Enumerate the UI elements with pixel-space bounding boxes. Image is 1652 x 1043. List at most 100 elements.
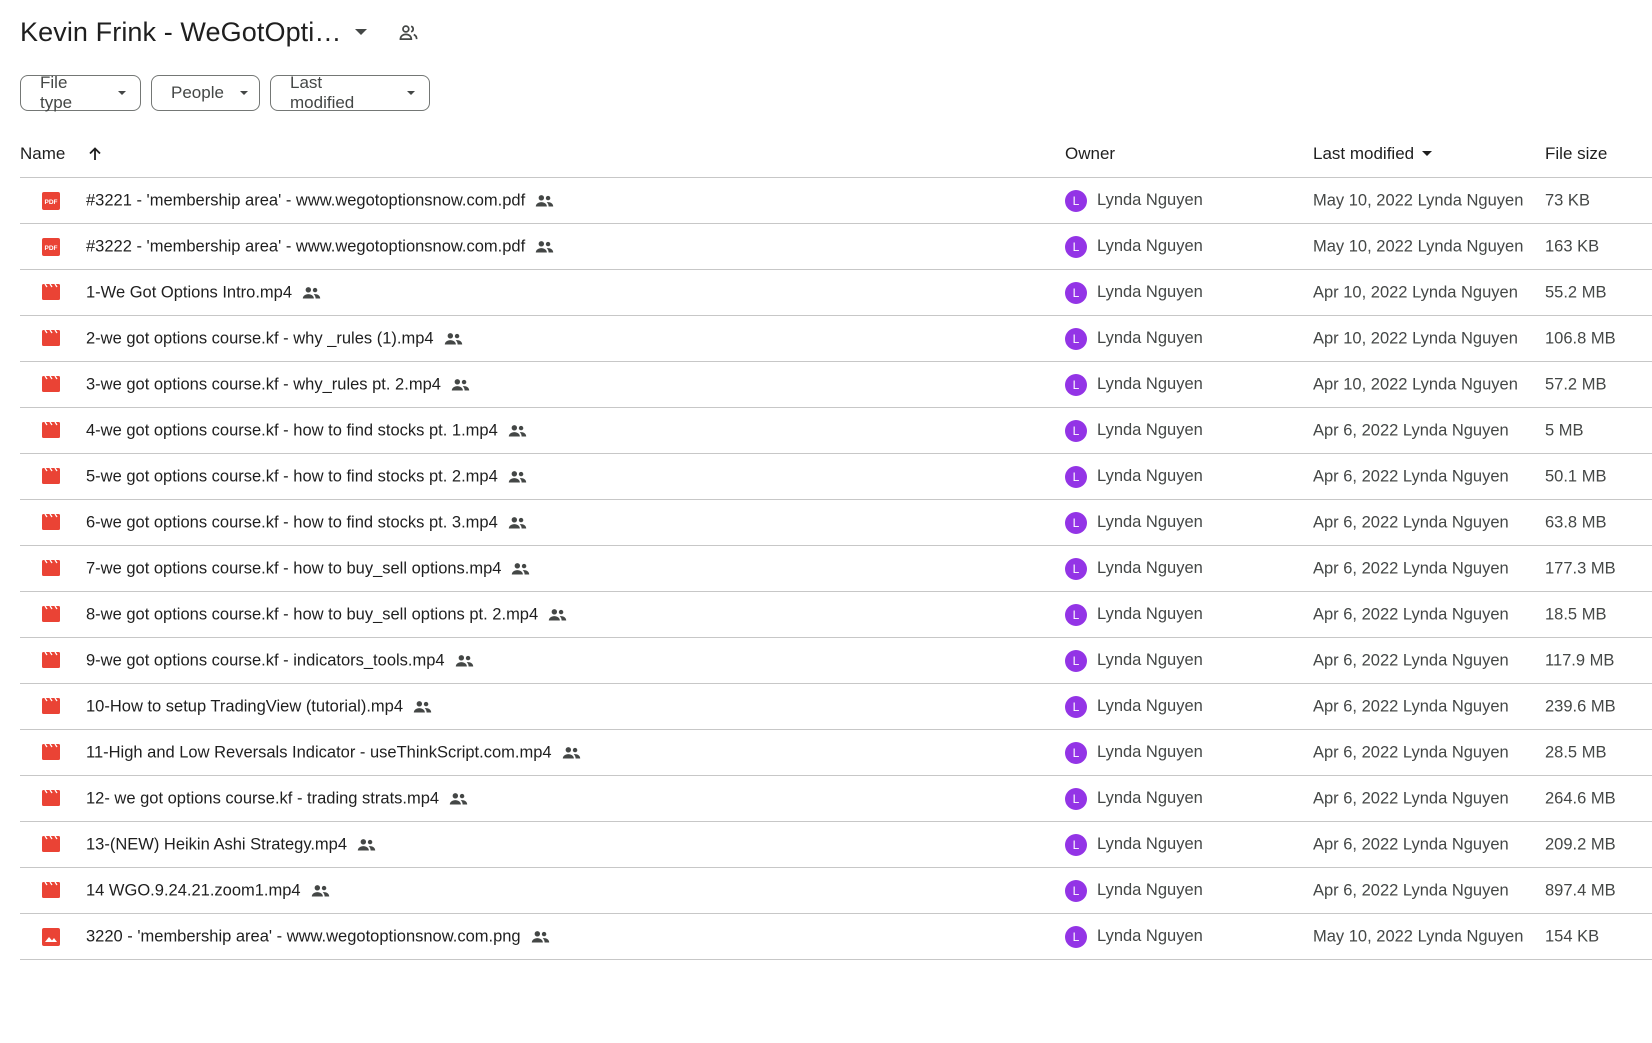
owner-cell: L Lynda Nguyen — [1065, 603, 1203, 626]
file-name[interactable]: 6-we got options course.kf - how to find… — [86, 513, 498, 532]
owner-cell: L Lynda Nguyen — [1065, 281, 1203, 304]
video-icon — [42, 881, 60, 900]
table-row[interactable]: 11-High and Low Reversals Indicator - us… — [20, 730, 1652, 776]
table-row[interactable]: 3220 - 'membership area' - www.wegotopti… — [20, 914, 1652, 960]
last-modified-cell: Apr 6, 2022 Lynda Nguyen — [1313, 467, 1509, 485]
arrow-up-icon[interactable] — [87, 146, 103, 162]
file-name[interactable]: 9-we got options course.kf - indicators_… — [86, 651, 445, 670]
table-row[interactable]: 8-we got options course.kf - how to buy_… — [20, 592, 1652, 638]
table-row[interactable]: 2-we got options course.kf - why _rules … — [20, 316, 1652, 362]
filter-bar: File type People Last modified — [20, 73, 430, 112]
file-name-cell: 14 WGO.9.24.21.zoom1.mp4 — [86, 881, 330, 900]
file-name-cell: 7-we got options course.kf - how to buy_… — [86, 559, 530, 578]
file-name[interactable]: #3221 - 'membership area' - www.wegotopt… — [86, 191, 525, 210]
pdf-icon: PDF — [42, 191, 60, 210]
owner-cell: L Lynda Nguyen — [1065, 833, 1203, 856]
file-name[interactable]: 11-High and Low Reversals Indicator - us… — [86, 743, 552, 762]
file-name-cell: 13-(NEW) Heikin Ashi Strategy.mp4 — [86, 835, 376, 854]
file-size-column-header[interactable]: File size — [1545, 144, 1607, 164]
table-row[interactable]: 5-we got options course.kf - how to find… — [20, 454, 1652, 500]
avatar: L — [1065, 649, 1087, 672]
owner-column-header[interactable]: Owner — [1065, 144, 1115, 164]
table-header: Name Owner Last modified File size — [20, 130, 1652, 178]
video-icon — [42, 605, 60, 624]
table-row[interactable]: 6-we got options course.kf - how to find… — [20, 500, 1652, 546]
owner-cell: L Lynda Nguyen — [1065, 465, 1203, 488]
file-size-cell: 28.5 MB — [1545, 743, 1607, 761]
people-filter[interactable]: People — [151, 75, 260, 111]
file-size-cell: 18.5 MB — [1545, 605, 1607, 623]
last-modified-filter-label: Last modified — [290, 73, 355, 112]
owner-name: Lynda Nguyen — [1097, 697, 1203, 715]
last-modified-cell: Apr 6, 2022 Lynda Nguyen — [1313, 881, 1509, 899]
avatar: L — [1065, 465, 1087, 488]
file-name-cell: 1-We Got Options Intro.mp4 — [86, 283, 321, 302]
file-name[interactable]: 2-we got options course.kf - why _rules … — [86, 329, 434, 348]
file-size-cell: 177.3 MB — [1545, 559, 1616, 577]
last-modified-cell: May 10, 2022 Lynda Nguyen — [1313, 927, 1524, 945]
last-modified-column-header[interactable]: Last modified — [1313, 144, 1433, 164]
table-row[interactable]: 3-we got options course.kf - why_rules p… — [20, 362, 1652, 408]
chevron-down-icon[interactable] — [355, 29, 368, 35]
table-row[interactable]: 10-How to setup TradingView (tutorial).m… — [20, 684, 1652, 730]
file-name[interactable]: #3222 - 'membership area' - www.wegotopt… — [86, 237, 525, 256]
file-name[interactable]: 8-we got options course.kf - how to buy_… — [86, 605, 538, 624]
last-modified-cell: Apr 6, 2022 Lynda Nguyen — [1313, 421, 1509, 439]
people-icon — [413, 699, 432, 714]
file-type-filter[interactable]: File type — [20, 73, 141, 112]
file-name[interactable]: 5-we got options course.kf - how to find… — [86, 467, 498, 486]
table-row[interactable]: 14 WGO.9.24.21.zoom1.mp4 L Lynda Nguyen Apr… — [20, 868, 1652, 914]
avatar: L — [1065, 235, 1087, 258]
table-row[interactable]: 13-(NEW) Heikin Ashi Strategy.mp4 L Lynda … — [20, 822, 1652, 868]
people-icon — [535, 239, 554, 254]
video-icon — [42, 835, 60, 854]
file-name[interactable]: 1-We Got Options Intro.mp4 — [86, 283, 292, 302]
file-list: Name Owner Last modified File size PDF #3… — [20, 130, 1652, 960]
people-icon — [508, 423, 527, 438]
avatar: L — [1065, 925, 1087, 948]
dropdown-arrow-icon — [118, 91, 126, 95]
owner-cell: L Lynda Nguyen — [1065, 741, 1203, 764]
last-modified-cell: Apr 10, 2022 Lynda Nguyen — [1313, 375, 1518, 393]
table-row[interactable]: 1-We Got Options Intro.mp4 L Lynda Nguyen A… — [20, 270, 1652, 316]
owner-cell: L Lynda Nguyen — [1065, 189, 1203, 212]
avatar: L — [1065, 603, 1087, 626]
file-size-cell: 73 KB — [1545, 191, 1590, 209]
svg-text:PDF: PDF — [45, 245, 58, 252]
owner-cell: L Lynda Nguyen — [1065, 925, 1203, 948]
avatar: L — [1065, 189, 1087, 212]
owner-cell: L Lynda Nguyen — [1065, 557, 1203, 580]
table-row[interactable]: 12- we got options course.kf - trading s… — [20, 776, 1652, 822]
folder-title[interactable]: Kevin Frink - WeGotOpti… — [20, 17, 341, 48]
name-column-header[interactable]: Name — [20, 144, 103, 164]
table-row[interactable]: 4-we got options course.kf - how to find… — [20, 408, 1652, 454]
file-size-cell: 50.1 MB — [1545, 467, 1607, 485]
table-row[interactable]: 7-we got options course.kf - how to buy_… — [20, 546, 1652, 592]
avatar: L — [1065, 281, 1087, 304]
image-icon — [42, 927, 60, 946]
file-name[interactable]: 7-we got options course.kf - how to buy_… — [86, 559, 501, 578]
file-name[interactable]: 12- we got options course.kf - trading s… — [86, 789, 439, 808]
owner-cell: L Lynda Nguyen — [1065, 649, 1203, 672]
file-name[interactable]: 13-(NEW) Heikin Ashi Strategy.mp4 — [86, 835, 347, 854]
people-icon — [444, 331, 463, 346]
file-name[interactable]: 14 WGO.9.24.21.zoom1.mp4 — [86, 881, 301, 900]
owner-name: Lynda Nguyen — [1097, 559, 1203, 577]
owner-cell: L Lynda Nguyen — [1065, 879, 1203, 902]
table-row[interactable]: 9-we got options course.kf - indicators_… — [20, 638, 1652, 684]
file-name[interactable]: 3220 - 'membership area' - www.wegotopti… — [86, 927, 521, 946]
people-icon — [311, 883, 330, 898]
table-row[interactable]: PDF #3221 - 'membership area' - www.wegot… — [20, 178, 1652, 224]
owner-name: Lynda Nguyen — [1097, 237, 1203, 255]
file-name[interactable]: 4-we got options course.kf - how to find… — [86, 421, 498, 440]
file-name-cell: 10-How to setup TradingView (tutorial).m… — [86, 697, 432, 716]
avatar: L — [1065, 327, 1087, 350]
file-name[interactable]: 3-we got options course.kf - why_rules p… — [86, 375, 441, 394]
people-icon — [531, 929, 550, 944]
people-icon[interactable] — [397, 21, 419, 43]
file-name[interactable]: 10-How to setup TradingView (tutorial).m… — [86, 697, 403, 716]
file-type-filter-label: File type — [40, 73, 73, 112]
video-icon — [42, 421, 60, 440]
last-modified-filter[interactable]: Last modified — [270, 73, 430, 112]
table-row[interactable]: PDF #3222 - 'membership area' - www.wegot… — [20, 224, 1652, 270]
